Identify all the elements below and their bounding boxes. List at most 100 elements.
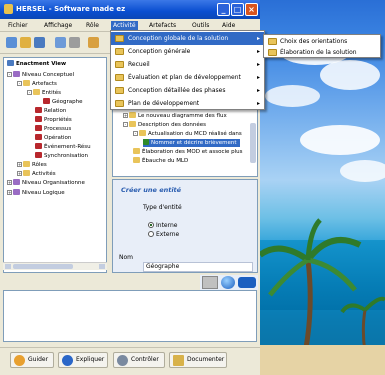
tree-node[interactable]: Géographe	[43, 98, 83, 106]
new-icon[interactable]	[6, 37, 17, 48]
tree-node[interactable]: - Entités	[27, 89, 61, 97]
properties-panel: Créer une entité Type d'entité Interne E…	[112, 179, 258, 273]
tree-horizontal-scrollbar[interactable]	[3, 262, 107, 270]
tree-node[interactable]: Événement-Résu	[35, 143, 91, 151]
scroll-thumb[interactable]	[13, 264, 73, 269]
cloud-shape	[340, 160, 385, 182]
output-area[interactable]	[3, 290, 257, 342]
collapse-icon[interactable]: -	[7, 72, 12, 77]
title-bar: HERSEL - Software made ez _ □ ×	[0, 0, 260, 19]
minimize-button[interactable]: _	[217, 3, 230, 16]
folder-icon	[115, 74, 124, 81]
maximize-button[interactable]: □	[231, 3, 244, 16]
activity-node[interactable]: Élaboration des MOD et associe plus	[133, 148, 243, 156]
expand-icon[interactable]: +	[123, 113, 128, 118]
submenu-arrow-icon: ▸	[256, 48, 260, 55]
tree-node[interactable]: Processus	[35, 125, 71, 133]
preview-icon[interactable]	[69, 37, 80, 48]
activity-node[interactable]: + Le nouveau diagramme des flux	[123, 112, 227, 120]
activity-node[interactable]: Ébauche du MLD	[133, 157, 188, 165]
link-icon[interactable]	[238, 277, 256, 288]
tree-header: Enactment View	[7, 60, 66, 68]
expand-icon[interactable]: +	[7, 190, 12, 195]
scroll-right-icon[interactable]	[99, 264, 105, 269]
activity-node[interactable]: - Description des données	[123, 121, 206, 129]
level-icon	[13, 179, 20, 185]
folder-icon	[268, 38, 277, 45]
artifact-icon	[35, 107, 42, 113]
submenu-arrow-icon: ▸	[256, 87, 260, 94]
menu-item-plan-developpement[interactable]: Plan de développement ▸	[111, 97, 264, 110]
panel-control-strip	[200, 275, 258, 290]
menu-fichier[interactable]: Fichier	[8, 22, 28, 29]
tree-node[interactable]: + Niveau Organisationne	[7, 179, 85, 187]
tree-node[interactable]: Synchronisation	[35, 152, 88, 160]
guider-button[interactable]: Guider	[10, 352, 54, 368]
menu-item-conception-detaillee[interactable]: Conception détaillée des phases ▸	[111, 84, 264, 97]
level-icon	[13, 71, 20, 77]
radio-checked-icon[interactable]	[148, 222, 154, 228]
submenu-item-choix-orientations[interactable]: Choix des orientations	[264, 36, 380, 47]
menu-artefacts[interactable]: Artefacts	[149, 22, 176, 29]
menu-aide[interactable]: Aide	[222, 22, 235, 29]
gear-icon[interactable]	[202, 276, 218, 289]
tree-node[interactable]: Propriétés	[35, 116, 72, 124]
artifact-icon	[35, 152, 42, 158]
name-field[interactable]: Géographe	[143, 262, 253, 272]
menu-role[interactable]: Rôle	[86, 22, 99, 29]
menu-activite[interactable]: Activité	[111, 21, 138, 30]
documenter-button[interactable]: Documenter	[169, 352, 227, 368]
artifact-icon	[35, 134, 42, 140]
radio-externe[interactable]: Externe	[148, 231, 179, 238]
activity-scroll-thumb[interactable]	[250, 123, 256, 163]
radio-interne[interactable]: Interne	[148, 222, 177, 229]
globe-icon[interactable]	[221, 276, 235, 289]
save-icon[interactable]	[34, 37, 45, 48]
folder-icon	[115, 100, 124, 107]
menu-item-conception-globale[interactable]: Conception globale de la solution ▸	[111, 32, 264, 45]
navigation-bar: Guider Expliquer Contrôler Documenter	[0, 347, 260, 372]
cloud-shape	[320, 60, 380, 90]
tree-node[interactable]: Opération	[35, 134, 71, 142]
open-icon[interactable]	[20, 37, 31, 48]
close-button[interactable]: ×	[245, 3, 258, 16]
menu-outils[interactable]: Outils	[192, 22, 209, 29]
controler-button[interactable]: Contrôler	[113, 352, 165, 368]
expand-icon[interactable]: +	[7, 180, 12, 185]
collapse-icon[interactable]: -	[17, 81, 22, 86]
menu-item-conception-generale[interactable]: Conception générale ▸	[111, 45, 264, 58]
enactment-tree: Enactment View - Niveau Conceptuel - Artef…	[3, 57, 107, 273]
activity-node-selected[interactable]: Nommer et décrire brièvement	[143, 139, 240, 147]
expand-icon[interactable]: +	[17, 162, 22, 167]
cut-icon[interactable]	[88, 37, 99, 48]
collapse-icon[interactable]: -	[27, 90, 32, 95]
folder-icon	[33, 89, 40, 95]
tree-node[interactable]: + Niveau Logique	[7, 189, 65, 197]
play-icon	[143, 139, 149, 145]
folder-icon	[268, 49, 277, 56]
submenu-arrow-icon: ▸	[256, 74, 260, 81]
submenu-item-elaboration-solution[interactable]: Élaboration de la solution	[264, 47, 380, 58]
menu-affichage[interactable]: Affichage	[44, 22, 72, 29]
folder-icon	[115, 35, 124, 42]
tree-node[interactable]: + Rôles	[17, 161, 47, 169]
expliquer-button[interactable]: Expliquer	[58, 352, 108, 368]
tree-node[interactable]: - Niveau Conceptuel	[7, 71, 74, 79]
tree-node[interactable]: Relation	[35, 107, 66, 115]
radio-unchecked-icon[interactable]	[148, 231, 154, 237]
activity-node[interactable]: - Actualisation du MCD réalisé dans	[133, 130, 242, 138]
tree-node[interactable]: + Activités	[17, 170, 56, 178]
menu-item-recueil[interactable]: Recueil ▸	[111, 58, 264, 71]
collapse-icon[interactable]: -	[133, 131, 138, 136]
folder-icon	[133, 157, 140, 163]
info-icon	[62, 355, 73, 366]
folder-icon	[129, 121, 136, 127]
print-icon[interactable]	[55, 37, 66, 48]
tree-node[interactable]: - Artefacts	[17, 80, 57, 88]
folder-icon	[129, 112, 136, 118]
collapse-icon[interactable]: -	[123, 122, 128, 127]
menu-item-evaluation[interactable]: Évaluation et plan de développement ▸	[111, 71, 264, 84]
expand-icon[interactable]: +	[17, 171, 22, 176]
activity-dropdown-menu: Conception globale de la solution ▸ Conce…	[110, 30, 265, 110]
scroll-left-icon[interactable]	[5, 264, 11, 269]
